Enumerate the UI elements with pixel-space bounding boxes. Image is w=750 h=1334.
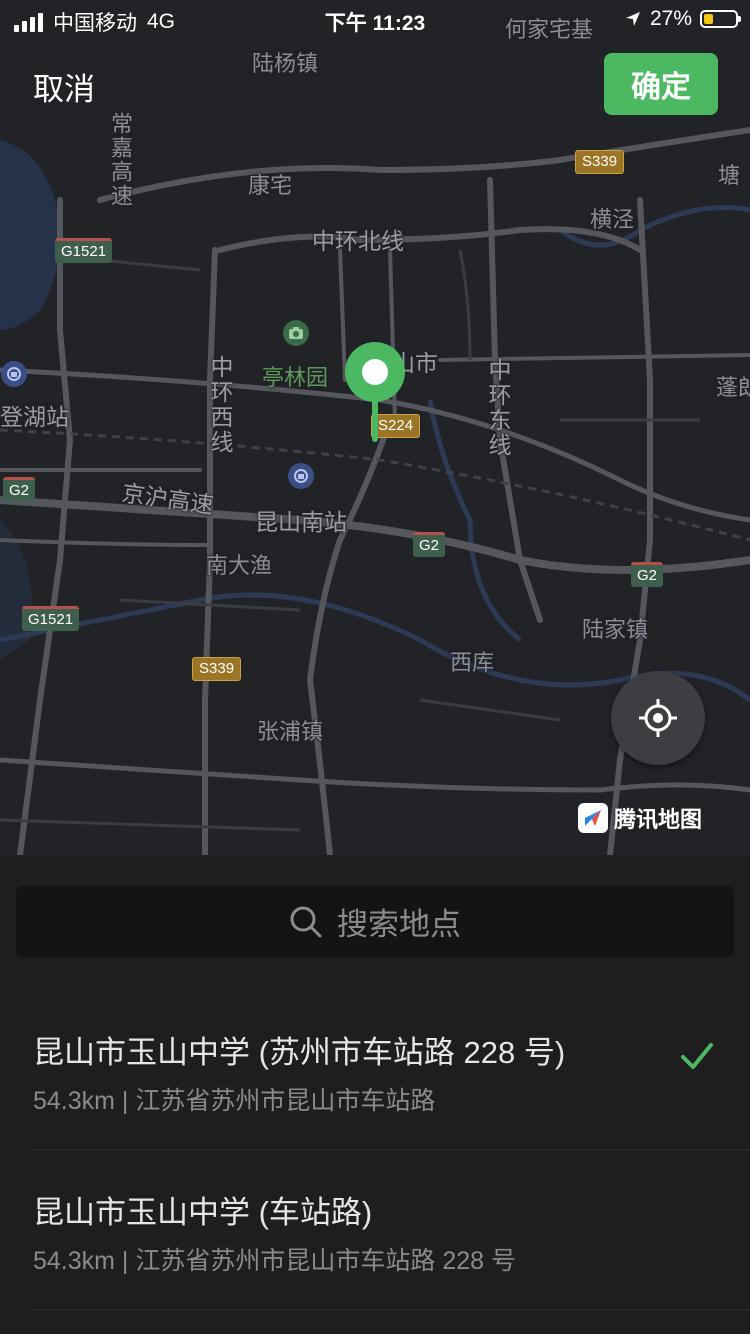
location-results-panel: 搜索地点 昆山市玉山中学 (苏州市车站路 228 号) 54.3km | 江苏省… bbox=[0, 855, 750, 1334]
place-label: 塘 bbox=[718, 163, 741, 188]
checkmark-icon bbox=[681, 1043, 713, 1069]
search-bar[interactable]: 搜索地点 bbox=[16, 886, 734, 957]
result-item[interactable]: 昆山市玉山中学 (苏州市车站路 228 号) 54.3km | 江苏省苏州市昆山… bbox=[0, 1005, 750, 1165]
road-shield: G2 bbox=[413, 532, 446, 557]
road-shield: S339 bbox=[575, 150, 625, 174]
brand-label: 腾讯地图 bbox=[614, 807, 703, 832]
result-title: 昆山市玉山中学 (车站路) bbox=[33, 1195, 373, 1230]
poi-label: 亭林园 bbox=[262, 365, 329, 390]
battery-percent: 27% bbox=[649, 7, 692, 30]
crosshair-icon bbox=[639, 699, 677, 737]
road-shield: S339 bbox=[192, 657, 242, 681]
tencent-map-logo-icon bbox=[578, 803, 608, 833]
place-label: 南大渔 bbox=[206, 553, 273, 578]
road-label: 中环东线 bbox=[485, 358, 511, 458]
location-arrow-icon bbox=[625, 12, 640, 26]
locate-me-button[interactable] bbox=[611, 671, 705, 765]
place-label: 横泾 bbox=[590, 207, 635, 232]
confirm-button[interactable]: 确定 bbox=[604, 53, 718, 115]
place-label: 康宅 bbox=[248, 173, 293, 198]
camera-icon bbox=[283, 320, 309, 346]
battery-charging-icon bbox=[700, 10, 741, 28]
result-item[interactable]: 昆山市玉山中学 (车站路) 54.3km | 江苏省苏州市昆山市车站路 228 … bbox=[0, 1165, 750, 1325]
location-pin-icon[interactable] bbox=[343, 340, 407, 444]
station-icon bbox=[288, 463, 314, 489]
station-icon bbox=[1, 361, 27, 387]
place-label: 蓬朗 bbox=[716, 375, 750, 400]
result-title: 昆山市玉山中学 (苏州市车站路 228 号) bbox=[33, 1035, 566, 1070]
map-brand: 腾讯地图 bbox=[578, 802, 702, 834]
road-shield: G2 bbox=[3, 477, 36, 502]
place-label: 陆杨镇 bbox=[252, 51, 319, 76]
result-subtitle: 54.3km | 江苏省苏州市昆山市车站路 228 号 bbox=[33, 1247, 516, 1275]
map-view[interactable]: 何家宅基 陆杨镇 康宅 常嘉高速 中环北线 横泾 塘 亭林园 山市 中环西线 中… bbox=[0, 0, 750, 855]
cancel-button[interactable]: 取消 bbox=[33, 64, 95, 109]
divider bbox=[33, 1309, 750, 1310]
result-subtitle: 54.3km | 江苏省苏州市昆山市车站路 bbox=[33, 1087, 436, 1115]
place-label: 西库 bbox=[450, 650, 495, 675]
search-icon bbox=[290, 906, 322, 937]
place-label: 昆山南站 bbox=[255, 509, 347, 535]
road-label: 中环北线 bbox=[312, 228, 404, 254]
road-shield: G1521 bbox=[55, 238, 113, 263]
road-shield: G1521 bbox=[22, 606, 80, 631]
road-label: 常嘉高速 bbox=[108, 112, 133, 208]
road-label: 中环西线 bbox=[207, 355, 233, 455]
place-label: 登湖站 bbox=[0, 404, 69, 430]
search-placeholder: 搜索地点 bbox=[337, 907, 461, 942]
road-shield: G2 bbox=[631, 562, 664, 587]
place-label: 陆家镇 bbox=[582, 617, 649, 642]
place-label: 张浦镇 bbox=[257, 719, 324, 744]
divider bbox=[33, 1149, 750, 1150]
status-bar: 中国移动 4G 下午 11:23 27% bbox=[0, 0, 750, 40]
